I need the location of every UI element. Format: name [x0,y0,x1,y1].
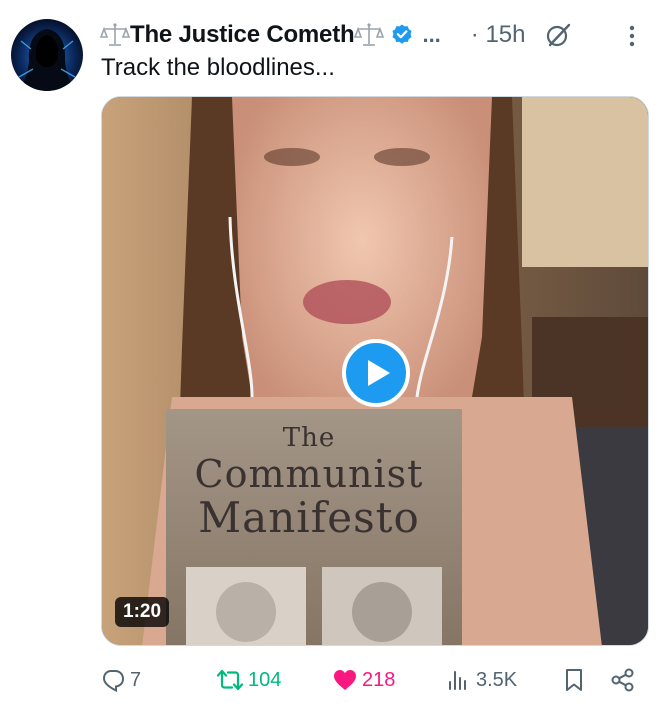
tweet-text: Track the bloodlines... [101,54,335,81]
reply-button[interactable]: 7 [100,664,141,696]
share-icon [611,668,634,692]
tweet-header: The Justice Cometh ... · 15h [100,18,650,52]
timestamp[interactable]: · 15h [471,21,526,49]
reply-count: 7 [130,668,142,691]
balance-scale-icon [100,22,130,48]
like-button[interactable]: 218 [332,664,395,696]
views-button[interactable]: 3.5K [446,664,517,696]
name-truncation: ... [422,22,441,47]
play-icon [367,360,390,386]
video-duration-badge: 1:20 [115,597,170,627]
repost-count: 104 [248,668,282,691]
tweet[interactable]: The Justice Cometh ... · 15h Track the b… [0,0,660,716]
book-title-line: Communist [194,452,424,496]
repost-icon [216,669,244,691]
repost-button[interactable]: 104 [216,664,281,696]
bookmark-button[interactable] [562,664,586,696]
grok-icon[interactable] [544,21,572,49]
play-button[interactable] [342,339,410,407]
book-cover-title: The Communist Manifesto [164,425,454,539]
analytics-icon [449,671,466,690]
reply-icon [102,670,125,693]
like-count: 218 [362,668,396,691]
share-button[interactable] [610,664,636,696]
author-name-group[interactable]: The Justice Cometh [100,21,414,49]
action-bar: 7 104 218 3.5K [100,664,650,696]
video-player[interactable]: The Communist Manifesto 1:20 [101,96,649,646]
heart-icon [334,670,356,690]
author-avatar[interactable] [11,19,83,91]
balance-scale-icon [354,22,385,48]
hooded-figure-avatar-icon [11,19,83,91]
verified-badge-icon [390,23,414,47]
book-title-line: Manifesto [198,493,420,542]
view-count: 3.5K [476,668,518,691]
bookmark-icon [566,669,582,691]
more-vertical-icon[interactable] [628,24,636,48]
author-name[interactable]: The Justice Cometh [130,21,355,49]
book-title-line: The [282,423,336,453]
